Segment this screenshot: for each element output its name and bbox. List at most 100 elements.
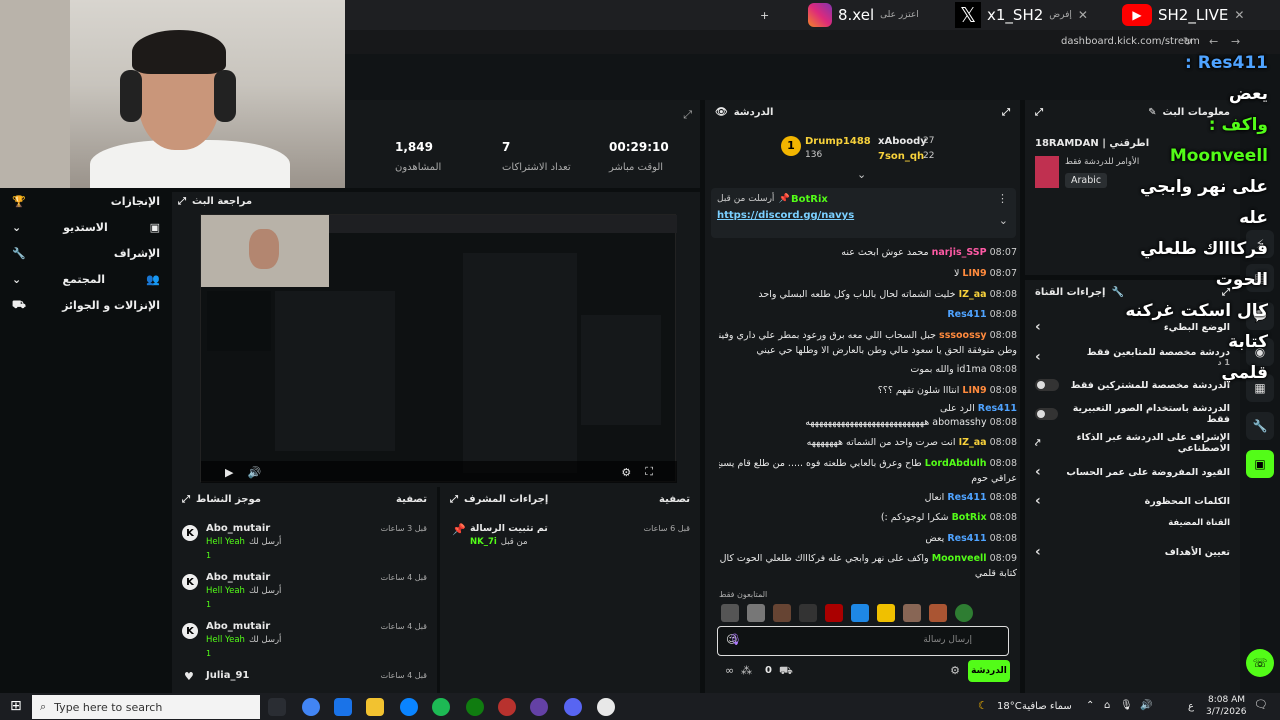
task-view-icon[interactable] xyxy=(268,698,286,716)
chevron-down-icon[interactable]: ⌄ xyxy=(857,168,866,181)
chat-username[interactable]: abomasshy xyxy=(932,417,986,428)
activity-user[interactable]: Abo_mutair xyxy=(206,523,270,534)
send-chat-button[interactable]: الدردشة xyxy=(968,660,1010,682)
chat-input[interactable]: ☺ إرسال رسالة 🎙 xyxy=(717,626,1009,656)
emote-icon[interactable] xyxy=(955,604,973,622)
mic-icon[interactable]: 🎙 xyxy=(1120,700,1133,711)
link-icon[interactable]: ∞ xyxy=(725,664,734,677)
account-age-row[interactable]: القيود المفروضة على عمر الحساب › xyxy=(1025,459,1240,485)
emote-icon[interactable] xyxy=(825,604,843,622)
chevron-down-icon[interactable]: ⌄ xyxy=(999,214,1008,227)
chat-username[interactable]: LIN9 xyxy=(962,268,986,279)
volume-icon[interactable]: 🔊 xyxy=(247,466,261,479)
ai-moderation-row[interactable]: الإشراف على الدردشة عبر الذكاء الاصطناعي… xyxy=(1025,430,1240,456)
taskbar-search[interactable]: ⌕ Type here to search xyxy=(32,695,260,719)
emote-only-toggle[interactable] xyxy=(1035,408,1058,420)
expand-icon[interactable]: ⤢ xyxy=(1035,107,1043,118)
tab-x1-sh2[interactable]: 𝕏 x1_SH2 إفرض ✕ xyxy=(955,2,1088,28)
subscribers-only-toggle[interactable] xyxy=(1035,379,1059,391)
filter-button[interactable]: تصفية xyxy=(396,494,427,505)
back-icon[interactable]: ← xyxy=(1209,35,1218,48)
notification-icon[interactable]: 🗨 xyxy=(1254,698,1268,711)
expand-icon[interactable]: ⤢ xyxy=(182,494,190,505)
close-icon[interactable]: ✕ xyxy=(1078,8,1088,22)
emote-icon[interactable] xyxy=(773,604,791,622)
spotify-icon[interactable] xyxy=(432,698,450,716)
chat-username[interactable]: Res411 xyxy=(978,403,1017,414)
chat-username[interactable]: Res411 xyxy=(947,309,986,320)
chat-username[interactable]: BotRix xyxy=(952,512,987,523)
category-thumbnail[interactable] xyxy=(1035,156,1059,188)
edge-icon[interactable] xyxy=(400,698,418,716)
sidebar-item-achievements[interactable]: الإنجازات 🏆 xyxy=(0,188,172,214)
emote-icon[interactable] xyxy=(877,604,895,622)
expand-icon[interactable]: ⤢ xyxy=(683,108,692,122)
play-icon[interactable]: ▶ xyxy=(225,466,233,479)
sidebar-item-moderation[interactable]: الإشراف 🔧 xyxy=(0,240,172,266)
more-icon[interactable]: ⋮ xyxy=(997,192,1008,205)
sidebar-item-studio[interactable]: ▣ الاستديو ⌄ xyxy=(0,214,172,240)
forward-icon[interactable]: → xyxy=(1231,35,1240,48)
expand-icon[interactable]: ⤢ xyxy=(1002,107,1010,118)
tray-arrow-icon[interactable]: ⌃ xyxy=(1086,700,1094,711)
chrome-active-icon[interactable] xyxy=(597,698,615,716)
activity-user[interactable]: Abo_mutair xyxy=(206,621,270,632)
sidebar-item-drops[interactable]: الإنزالات و الجوائز ⛟ xyxy=(0,292,172,318)
fullscreen-icon[interactable]: ⛶ xyxy=(645,465,653,479)
top-gifter-name[interactable]: xAboody xyxy=(878,136,927,147)
mic-icon[interactable]: 🎙 xyxy=(728,633,742,646)
app-icon[interactable] xyxy=(530,698,548,716)
activity-user[interactable]: Abo_mutair xyxy=(206,572,270,583)
expand-icon[interactable]: ⤢ xyxy=(178,196,186,207)
reload-icon[interactable]: ↻ xyxy=(1183,35,1192,48)
pinned-message[interactable]: أرسلت من قبل 📌 BotRix https://discord.gg/… xyxy=(711,188,1016,238)
volume-icon[interactable]: 🔊 xyxy=(1140,700,1152,711)
top-gifter-name[interactable]: Drump1488 xyxy=(805,136,871,147)
top-gifter-name[interactable]: 7son_qh xyxy=(878,151,924,162)
chat-username[interactable]: IZ_aa xyxy=(959,437,987,448)
chat-username[interactable]: narjis_SSP xyxy=(932,247,987,258)
chat-username[interactable]: LordAbdulh xyxy=(925,458,987,469)
help-icon[interactable]: ☏ xyxy=(1246,649,1274,677)
windows-start-icon[interactable]: ⊞ xyxy=(10,698,22,714)
gear-icon[interactable]: ⚙ xyxy=(950,664,960,677)
pinned-user[interactable]: BotRix xyxy=(791,194,828,205)
clips-icon[interactable]: ▣ xyxy=(1246,450,1274,478)
emote-icon[interactable] xyxy=(721,604,739,622)
xbox-icon[interactable] xyxy=(466,698,484,716)
discord-icon[interactable] xyxy=(564,698,582,716)
set-goals-row[interactable]: تعيين الأهداف › xyxy=(1025,539,1240,565)
chat-username[interactable]: sssoossy xyxy=(939,330,987,341)
gift-icon[interactable]: ⛟ xyxy=(779,664,793,679)
pinned-by-user[interactable]: NK_7i xyxy=(470,537,497,547)
chrome-icon[interactable] xyxy=(302,698,320,716)
chat-username[interactable]: id1ma xyxy=(957,364,987,375)
filter-button[interactable]: تصفية xyxy=(659,494,690,505)
chat-username[interactable]: Res411 xyxy=(947,492,986,503)
emote-icon[interactable] xyxy=(747,604,765,622)
emote-icon[interactable] xyxy=(903,604,921,622)
chat-username[interactable]: Res411 xyxy=(947,533,986,544)
tab-sh2-live[interactable]: ▶ SH2_LIVE ✕ xyxy=(1122,4,1244,26)
emote-icon[interactable] xyxy=(851,604,869,622)
tab-8xel[interactable]: 8.xel اعتزر على xyxy=(808,3,919,27)
emote-icon[interactable] xyxy=(929,604,947,622)
network-icon[interactable]: ⌂ xyxy=(1104,700,1110,711)
expand-icon[interactable]: ⤢ xyxy=(450,494,458,505)
chat-username[interactable]: IZ_aa xyxy=(959,289,987,300)
emote-icon[interactable] xyxy=(799,604,817,622)
sidebar-item-community[interactable]: 👥 المجتمع ⌄ xyxy=(0,266,172,292)
pinned-link[interactable]: https://discord.gg/navys xyxy=(717,210,854,221)
language-indicator[interactable]: ع xyxy=(1188,701,1194,712)
file-explorer-icon[interactable] xyxy=(366,698,384,716)
activity-user[interactable]: Julia_91 xyxy=(206,670,249,681)
banned-words-row[interactable]: الكلمات المحظورة › xyxy=(1025,488,1240,514)
new-tab-button[interactable]: + xyxy=(760,4,769,26)
chat-username[interactable]: LIN9 xyxy=(962,385,986,396)
obs-icon[interactable] xyxy=(498,698,516,716)
play-store-icon[interactable] xyxy=(334,698,352,716)
wrench-icon[interactable]: 🔧 xyxy=(1246,412,1274,440)
chat-username[interactable]: Moonveell xyxy=(932,553,987,564)
settings-icon[interactable]: ⚙ xyxy=(621,466,631,479)
close-icon[interactable]: ✕ xyxy=(1234,8,1244,22)
